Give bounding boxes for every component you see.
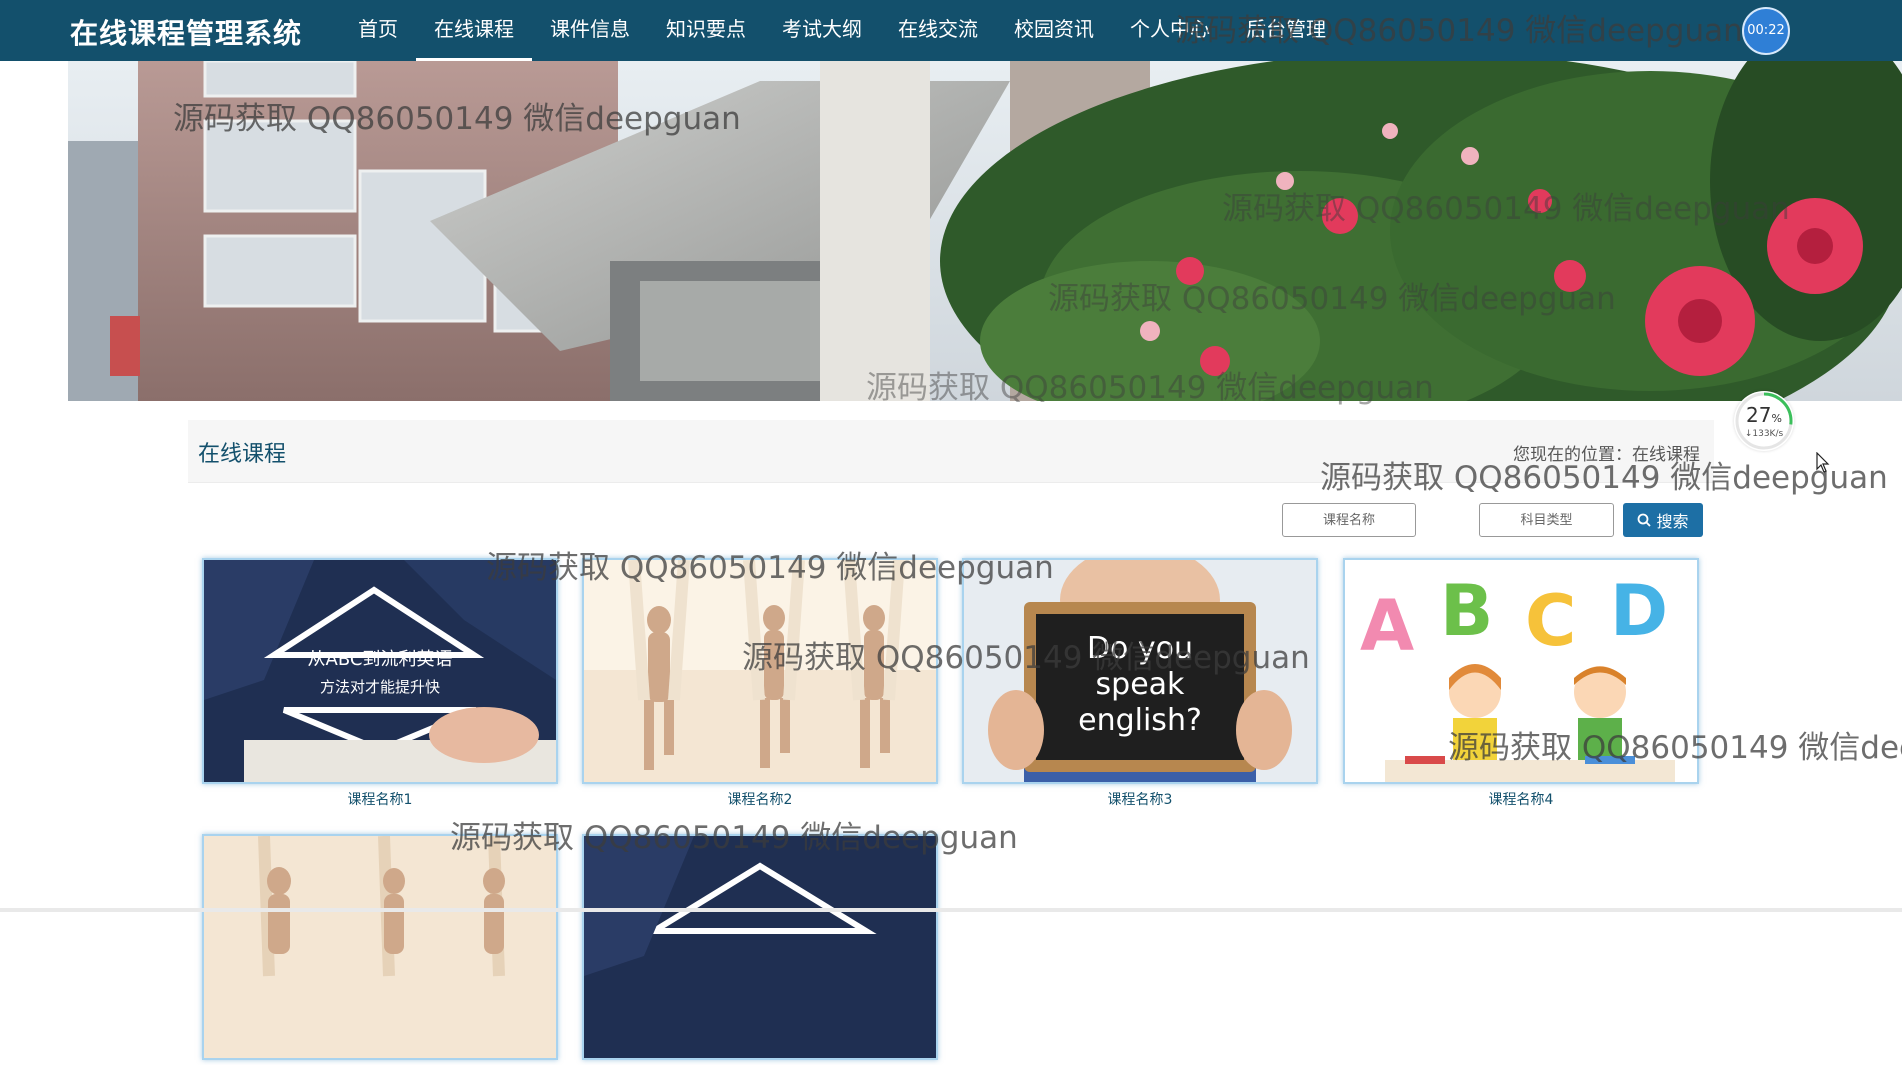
nav-item-online-forum[interactable]: 在线交流 <box>880 0 996 61</box>
course-image-text: english? <box>1078 703 1202 738</box>
hero-banner-image <box>0 61 1902 401</box>
course-card[interactable] <box>202 834 558 1065</box>
breadcrumb-prefix: 您现在的位置： <box>1513 445 1632 465</box>
course-image-text: A <box>1360 585 1414 667</box>
course-image-english-student <box>584 836 936 1058</box>
nav-item-exam-outline[interactable]: 考试大纲 <box>764 0 880 61</box>
speed-percent-value: 27 <box>1746 403 1772 427</box>
course-image-english-student: 从ABC到流利英语 方法对才能提升快 <box>204 560 556 782</box>
top-navbar: 在线课程管理系统 首页 在线课程 课件信息 知识要点 考试大纲 在线交流 校园资… <box>0 0 1902 61</box>
search-button[interactable]: 搜索 <box>1623 503 1703 537</box>
course-name[interactable]: 课程名称1 <box>202 789 558 809</box>
course-image-text: Do you <box>1087 631 1193 666</box>
speed-percent: 27% <box>1734 403 1794 427</box>
nav-item-admin[interactable]: 后台管理 <box>1228 0 1344 61</box>
course-thumbnail[interactable] <box>582 834 938 1060</box>
subject-type-input[interactable] <box>1479 503 1614 537</box>
course-image-speak-english: Do you speak english? <box>964 560 1316 782</box>
search-button-label: 搜索 <box>1656 512 1689 531</box>
course-image-yoga <box>204 836 556 1058</box>
course-image-text: speak <box>1096 667 1186 702</box>
course-image-text: 方法对才能提升快 <box>320 678 440 696</box>
nav-item-knowledge-points[interactable]: 知识要点 <box>648 0 764 61</box>
course-thumbnail[interactable]: A B C D <box>1343 558 1699 784</box>
timer-badge[interactable]: 00:22 <box>1742 7 1790 55</box>
network-speed-widget[interactable]: 27% ↓133K/s <box>1734 391 1794 451</box>
course-image-abcd-kids: A B C D <box>1345 560 1697 782</box>
nav-item-user-center[interactable]: 个人中心 <box>1112 0 1228 61</box>
nav-menu: 首页 在线课程 课件信息 知识要点 考试大纲 在线交流 校园资讯 个人中心 后台… <box>340 0 1344 61</box>
site-brand[interactable]: 在线课程管理系统 <box>70 12 302 52</box>
nav-item-online-courses[interactable]: 在线课程 <box>416 0 532 61</box>
course-image-text: B <box>1440 570 1493 652</box>
course-name[interactable]: 课程名称4 <box>1343 789 1699 809</box>
speed-rate: ↓133K/s <box>1744 429 1784 439</box>
course-card[interactable]: 课程名称2 <box>582 558 938 809</box>
course-image-text: 从ABC到流利英语 <box>308 649 453 670</box>
page-bottom-divider <box>0 908 1902 912</box>
section-header: 在线课程 您现在的位置：在线课程 <box>188 420 1714 483</box>
course-name[interactable]: 课程名称3 <box>962 789 1318 809</box>
course-card[interactable] <box>582 834 938 1065</box>
search-icon <box>1638 513 1652 527</box>
speed-percent-unit: % <box>1771 412 1782 425</box>
nav-item-campus-news[interactable]: 校园资讯 <box>996 0 1112 61</box>
breadcrumb: 您现在的位置：在线课程 <box>1513 440 1700 465</box>
mouse-cursor-icon <box>1816 452 1830 473</box>
section-title: 在线课程 <box>198 442 287 467</box>
nav-item-courseware[interactable]: 课件信息 <box>532 0 648 61</box>
course-thumbnail[interactable] <box>202 834 558 1060</box>
breadcrumb-current[interactable]: 在线课程 <box>1632 445 1700 465</box>
course-thumbnail[interactable]: Do you speak english? <box>962 558 1318 784</box>
course-thumbnail[interactable]: 从ABC到流利英语 方法对才能提升快 <box>202 558 558 784</box>
course-card[interactable]: Do you speak english? 课程名称3 <box>962 558 1318 809</box>
course-name-input[interactable] <box>1282 503 1416 537</box>
banner-illustration <box>68 61 1902 401</box>
course-card[interactable]: 从ABC到流利英语 方法对才能提升快 课程名称1 <box>202 558 558 809</box>
course-image-text: D <box>1610 570 1668 652</box>
course-image-text: C <box>1525 580 1576 662</box>
nav-item-home[interactable]: 首页 <box>340 0 416 61</box>
course-image-yoga <box>584 560 936 782</box>
course-thumbnail[interactable] <box>582 558 938 784</box>
course-card[interactable]: A B C D 课程名称4 <box>1343 558 1699 809</box>
course-name[interactable]: 课程名称2 <box>582 789 938 809</box>
